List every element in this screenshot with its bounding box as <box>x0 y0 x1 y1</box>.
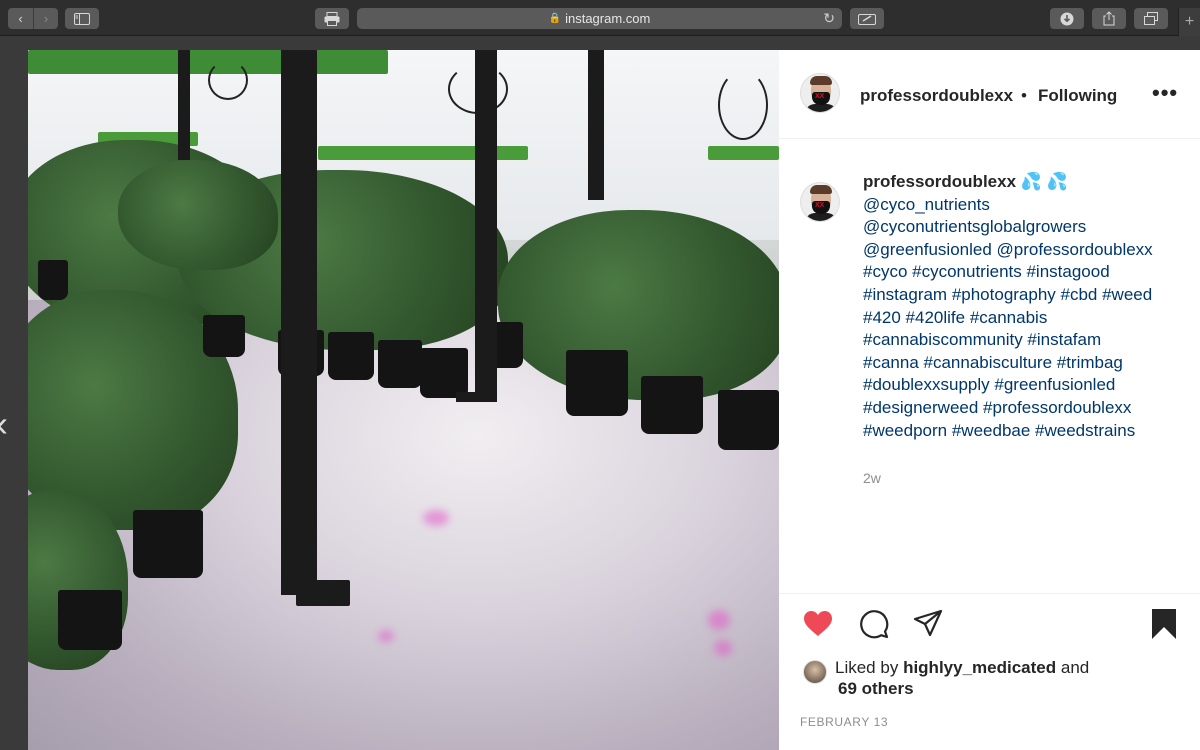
browser-toolbar: ‹ › 🔒 instagram.com ↻ + <box>0 0 1200 36</box>
likes-conjunction: and <box>1060 658 1090 677</box>
caption-avatar[interactable] <box>800 182 840 222</box>
caption-username[interactable]: professordoublexx <box>863 172 1016 191</box>
markup-icon[interactable] <box>850 8 884 29</box>
caption-line[interactable]: @cyco_nutrients <box>863 194 1193 217</box>
sidebar-icon[interactable] <box>65 8 99 29</box>
header-username[interactable]: professordoublexx <box>860 86 1013 106</box>
caption-line[interactable]: @cyconutrientsglobalgrowers <box>863 216 1193 239</box>
lock-icon: 🔒 <box>548 13 562 24</box>
heart-icon[interactable] <box>802 608 834 640</box>
likes-prefix: Liked by <box>835 658 899 677</box>
likes-others[interactable]: 69 others <box>838 679 914 699</box>
reload-icon[interactable]: ↻ <box>823 10 835 27</box>
more-options-icon[interactable]: ••• <box>1152 80 1178 106</box>
new-tab-icon[interactable]: + <box>1178 8 1200 36</box>
share-icon[interactable] <box>1092 8 1126 29</box>
post-side-panel: professordoublexx • Following ••• profes… <box>779 50 1200 750</box>
caption-line[interactable]: #weedporn #weedbae #weedstrains <box>863 420 1193 443</box>
caption-line[interactable]: #cyco #cyconutrients #instagood <box>863 261 1193 284</box>
caption-line[interactable]: #cannabiscommunity #instafam <box>863 329 1193 352</box>
caption-emoji: 💦 💦 <box>1020 172 1068 191</box>
nav-buttons: ‹ › <box>8 8 58 29</box>
post-caption: professordoublexx 💦 💦 @cyco_nutrients @c… <box>863 171 1193 442</box>
back-icon[interactable]: ‹ <box>8 8 33 29</box>
previous-post-icon[interactable]: ‹ <box>0 406 8 442</box>
post-date[interactable]: FEBRUARY 13 <box>800 715 888 729</box>
forward-icon[interactable]: › <box>33 8 58 29</box>
following-button[interactable]: Following <box>1038 86 1117 106</box>
address-bar[interactable]: 🔒 instagram.com ↻ <box>357 8 842 29</box>
post-header: professordoublexx • Following ••• <box>779 50 1200 139</box>
caption-line[interactable]: #instagram #photography #cbd #weed <box>863 284 1193 307</box>
liker-username[interactable]: highlyy_medicated <box>903 658 1056 677</box>
comment-icon[interactable] <box>858 608 890 640</box>
share-direct-icon[interactable] <box>912 608 944 640</box>
download-icon[interactable] <box>1050 8 1084 29</box>
avatar[interactable] <box>800 73 840 113</box>
caption-line[interactable]: #420 #420life #cannabis <box>863 307 1193 330</box>
likes-text: Liked by highlyy_medicated and <box>835 656 1089 679</box>
caption-line[interactable]: #canna #cannabisculture #trimbag <box>863 352 1193 375</box>
post-photo[interactable] <box>28 50 779 750</box>
header-separator: • <box>1021 86 1027 105</box>
url-text: instagram.com <box>565 11 651 26</box>
post-actions: Liked by highlyy_medicated and 69 others… <box>779 593 1200 750</box>
caption-line[interactable]: #doublexxsupply #greenfusionled <box>863 374 1193 397</box>
bookmark-icon[interactable] <box>1148 608 1180 640</box>
caption-line[interactable]: @greenfusionled @professordoublexx <box>863 239 1193 262</box>
instagram-post-modal: ‹ <box>0 36 1200 750</box>
caption-first-line: professordoublexx 💦 💦 <box>863 171 1193 194</box>
tabs-icon[interactable] <box>1134 8 1168 29</box>
caption-time-ago[interactable]: 2w <box>863 470 881 486</box>
likes-summary: Liked by highlyy_medicated and 69 others <box>803 656 1193 706</box>
liker-avatar[interactable] <box>803 660 827 684</box>
caption-line[interactable]: #designerweed #professordoublexx <box>863 397 1193 420</box>
print-icon[interactable] <box>315 8 349 29</box>
